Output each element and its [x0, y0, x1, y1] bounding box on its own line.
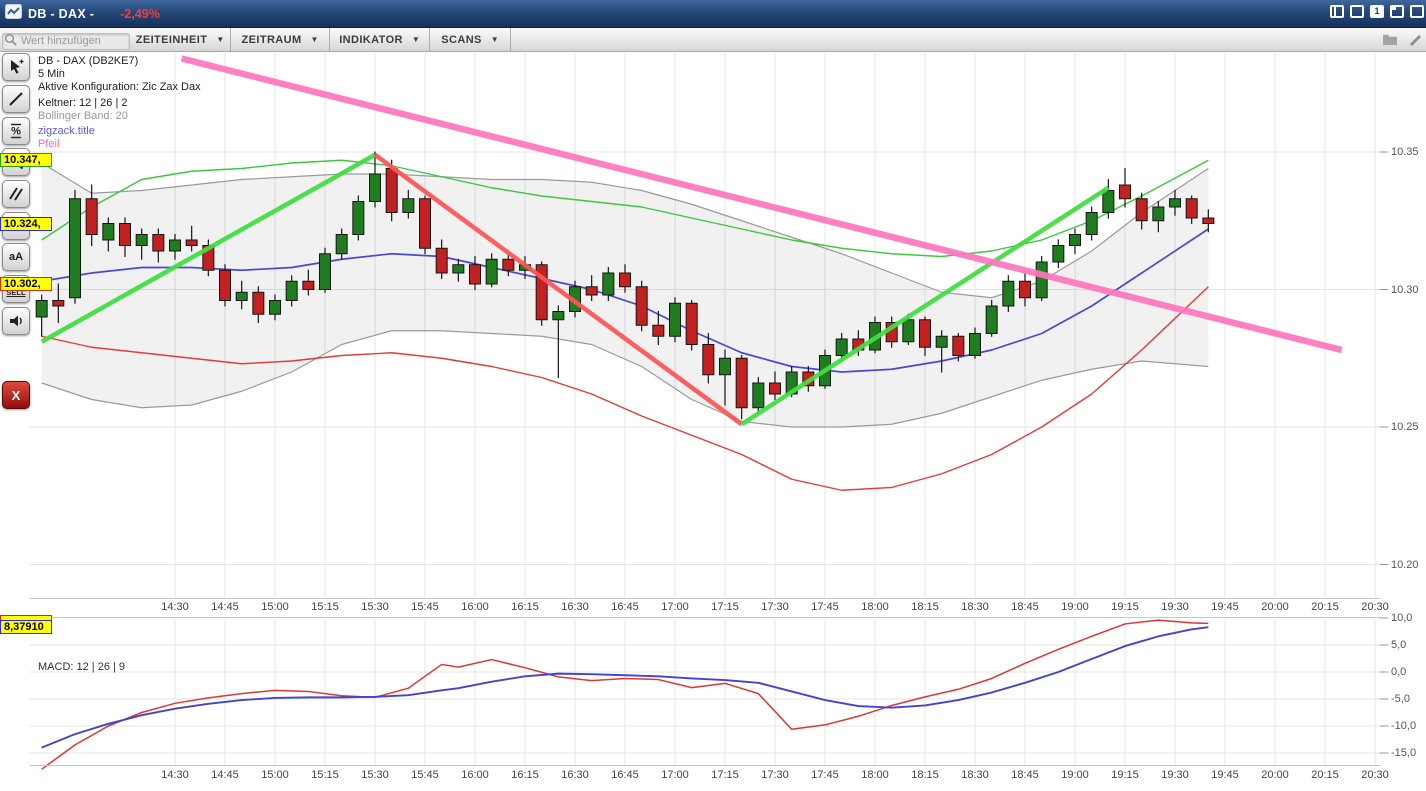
trading-app: { "titlebar": { "title": "DB - DAX -", "…: [0, 0, 1426, 791]
legend-pfeil-link[interactable]: Pfeil: [38, 138, 201, 151]
legend-configuration: Aktive Konfiguration: Zic Zax Dax: [38, 81, 201, 94]
legend-symbol: DB - DAX (DB2KE7): [38, 55, 201, 68]
chart-canvas[interactable]: [0, 0, 1426, 791]
legend-keltner: Keltner: 12 | 26 | 2: [38, 97, 201, 110]
macd-legend: MACD: 12 | 26 | 9: [38, 661, 125, 673]
legend-interval: 5 Min: [38, 68, 201, 81]
legend-zigzag-link[interactable]: zigzack.title: [38, 125, 201, 138]
legend-bollinger: Bollinger Band: 20: [38, 110, 201, 123]
chart-legend: DB - DAX (DB2KE7) 5 Min Aktive Konfigura…: [38, 55, 201, 151]
